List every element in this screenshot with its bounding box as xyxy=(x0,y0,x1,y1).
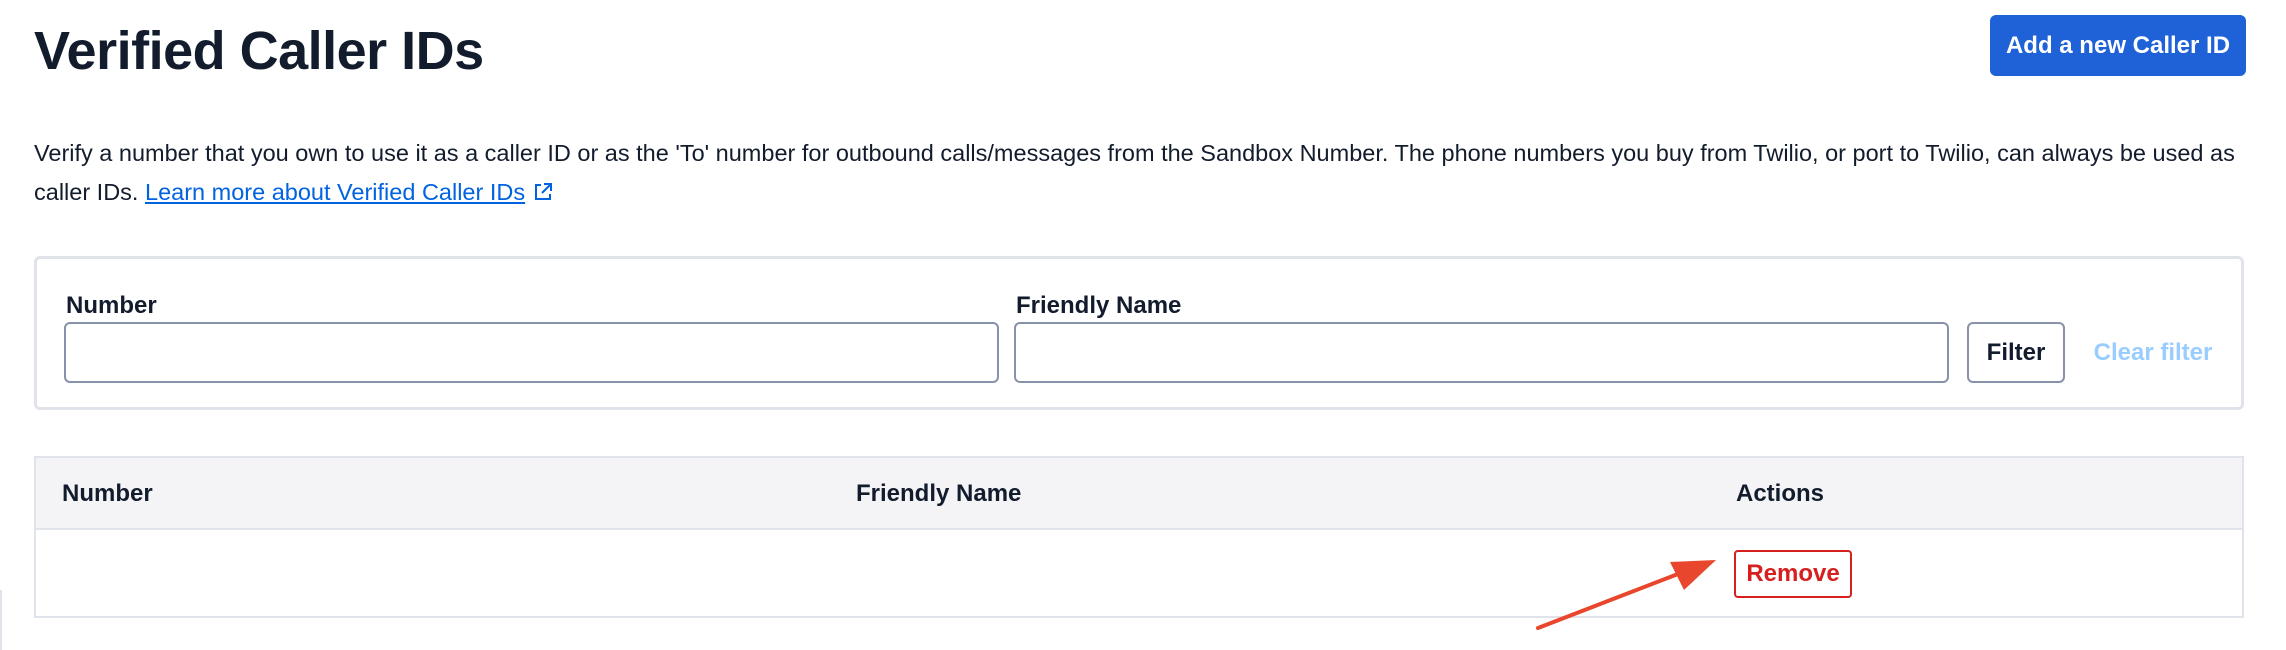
column-header-number[interactable]: Number xyxy=(62,458,153,530)
caller-ids-table: Number Friendly Name Actions Remove xyxy=(34,456,2244,618)
clear-filter-button[interactable]: Clear filter xyxy=(2083,322,2223,383)
add-caller-id-button[interactable]: Add a new Caller ID xyxy=(1990,15,2246,76)
left-edge-divider xyxy=(0,590,2,650)
filter-panel: Number Friendly Name Filter Clear filter xyxy=(34,256,2244,410)
learn-more-link[interactable]: Learn more about Verified Caller IDs xyxy=(145,179,525,205)
learn-more-link-label: Learn more about Verified Caller IDs xyxy=(145,179,526,205)
external-link-icon[interactable] xyxy=(533,182,553,202)
friendly-name-filter-input[interactable] xyxy=(1014,322,1949,383)
page: Verified Caller IDs Add a new Caller ID … xyxy=(0,0,2286,650)
page-description: Verify a number that you own to use it a… xyxy=(34,134,2254,212)
column-header-actions: Actions xyxy=(1736,480,1825,507)
friendly-name-filter-label: Friendly Name xyxy=(1016,292,1182,319)
remove-button[interactable]: Remove xyxy=(1734,550,1852,598)
filter-button[interactable]: Filter xyxy=(1967,322,2065,383)
table-header: Number Friendly Name Actions xyxy=(36,458,2242,530)
number-filter-label: Number xyxy=(66,292,157,319)
column-header-friendly-name[interactable]: Friendly Name xyxy=(856,458,1021,530)
page-title: Verified Caller IDs xyxy=(34,21,484,81)
number-filter-input[interactable] xyxy=(64,322,999,383)
